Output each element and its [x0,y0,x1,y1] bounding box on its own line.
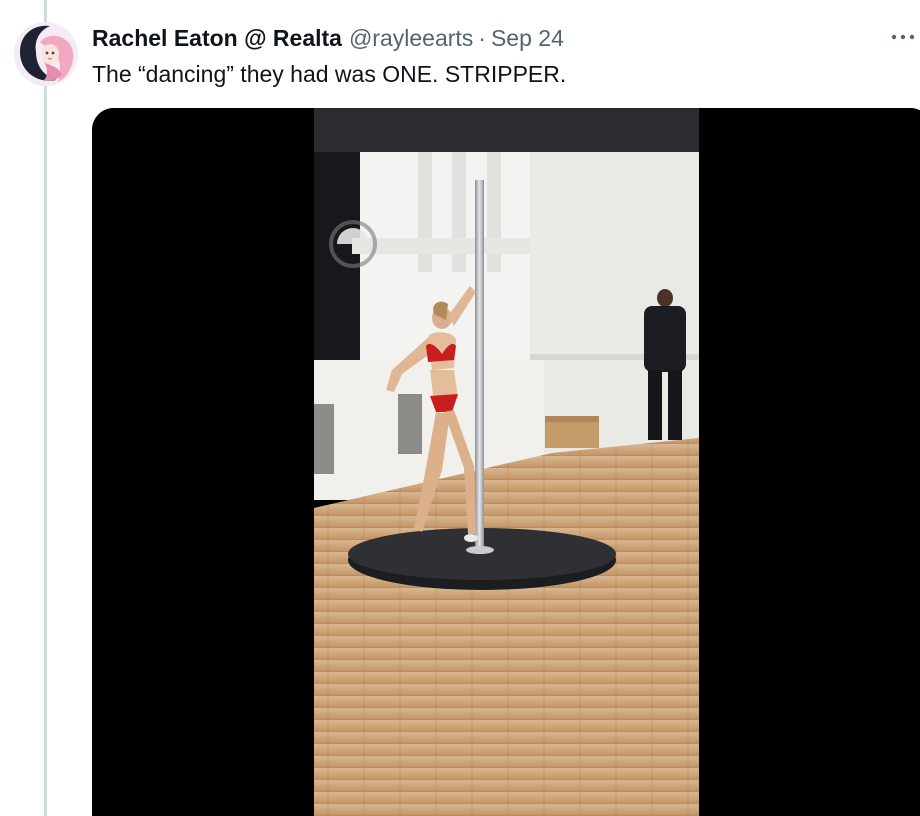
tweet-video[interactable] [92,108,920,816]
more-options-button[interactable] [890,26,916,48]
avatar[interactable] [14,22,78,86]
more-horizontal-icon [891,34,915,40]
tweet-header: Rachel Eaton @ Realta @rayleearts · Sep … [92,22,564,54]
header-separator: · [478,24,486,51]
tweet-date[interactable]: Sep 24 [491,25,564,52]
thread-connector-line [44,0,47,816]
video-frame [92,108,920,816]
display-name[interactable]: Rachel Eaton @ Realta [92,25,342,52]
user-handle[interactable]: @rayleearts [349,25,473,52]
avatar-image [14,22,78,86]
tweet[interactable]: Rachel Eaton @ Realta @rayleearts · Sep … [0,0,920,816]
tweet-text: The “dancing” they had was ONE. STRIPPER… [92,61,567,87]
video-scene [314,108,699,816]
